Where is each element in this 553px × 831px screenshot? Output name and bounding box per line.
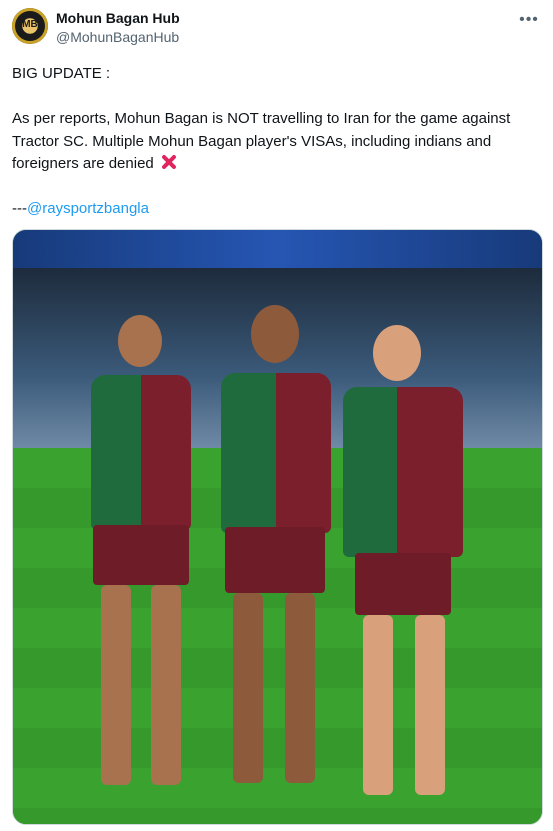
avatar-text: MB [22,19,38,30]
player-right [343,325,503,815]
avatar[interactable]: MB [12,8,48,44]
player-left [63,315,203,815]
tweet-body: As per reports, Mohun Bagan is NOT trave… [12,110,511,172]
tweet-credit: ---@raysportzbangla [12,198,532,221]
tweet-header: MB Mohun Bagan Hub @MohunBaganHub ••• [12,8,541,48]
credit-mention-link[interactable]: @raysportzbangla [27,200,149,217]
tweet-photo[interactable] [12,229,543,825]
display-name[interactable]: Mohun Bagan Hub [56,10,180,26]
credit-prefix: --- [12,200,27,217]
tweet-headline: BIG UPDATE : [12,65,111,82]
more-options-icon[interactable]: ••• [517,8,541,32]
tweet-body-wrap: As per reports, Mohun Bagan is NOT trave… [12,108,532,176]
tweet-text: BIG UPDATE : As per reports, Mohun Bagan… [12,63,532,221]
stadium-banner [13,230,542,268]
cross-mark-icon [160,153,178,171]
user-handle[interactable]: @MohunBaganHub [56,29,179,45]
player-center [203,305,353,815]
